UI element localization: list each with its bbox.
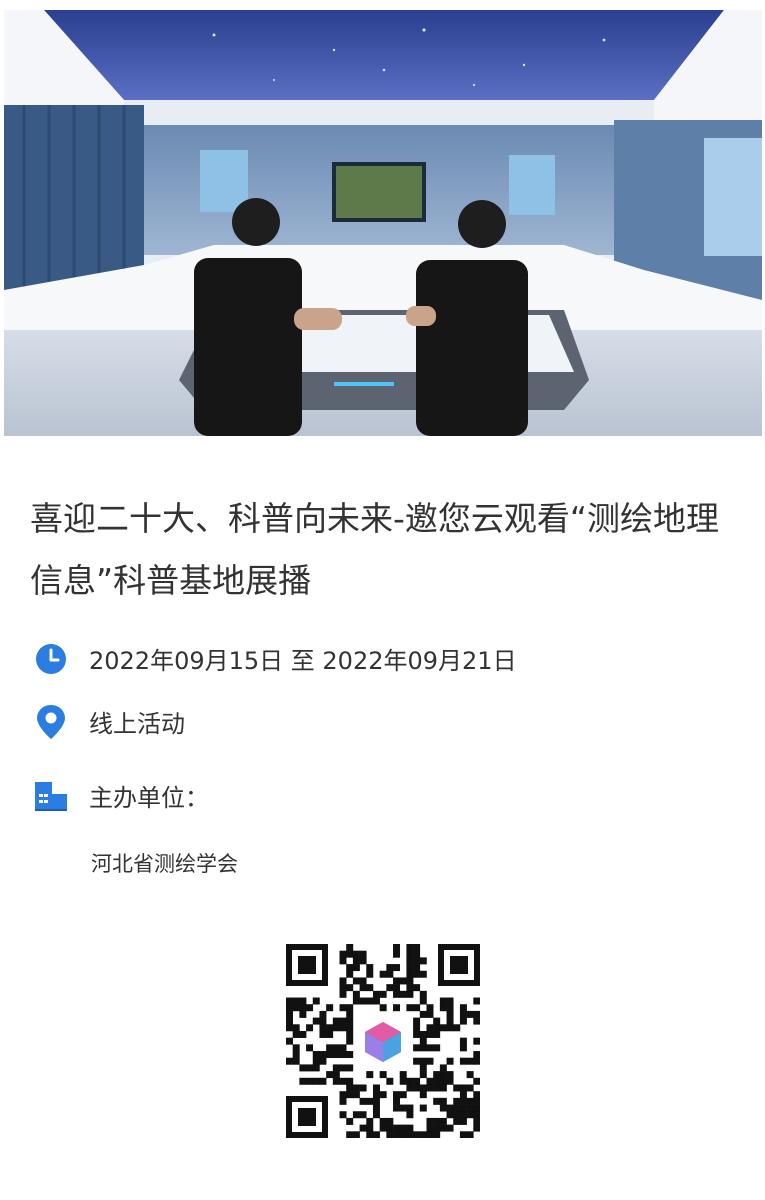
clock-icon bbox=[34, 642, 68, 676]
hero-image bbox=[4, 10, 762, 436]
event-location-row: 线上活动 bbox=[34, 704, 185, 739]
event-location: 线上活动 bbox=[89, 710, 185, 738]
building-icon bbox=[34, 779, 68, 813]
location-pin-icon bbox=[34, 704, 68, 739]
event-title: 喜迎二十大、科普向未来-邀您云观看“测绘地理信息”科普基地展播 bbox=[30, 499, 720, 600]
event-date-row: 2022年09月15日 至 2022年09月21日 bbox=[34, 641, 517, 676]
event-organizer-row: 主办单位： bbox=[34, 778, 209, 813]
organizer-label: 主办单位： bbox=[89, 784, 209, 812]
qr-code bbox=[286, 944, 481, 1139]
organizer-name: 河北省测绘学会 bbox=[91, 852, 238, 876]
event-date: 2022年09月15日 至 2022年09月21日 bbox=[89, 647, 517, 675]
qr-logo-icon bbox=[360, 1018, 406, 1064]
